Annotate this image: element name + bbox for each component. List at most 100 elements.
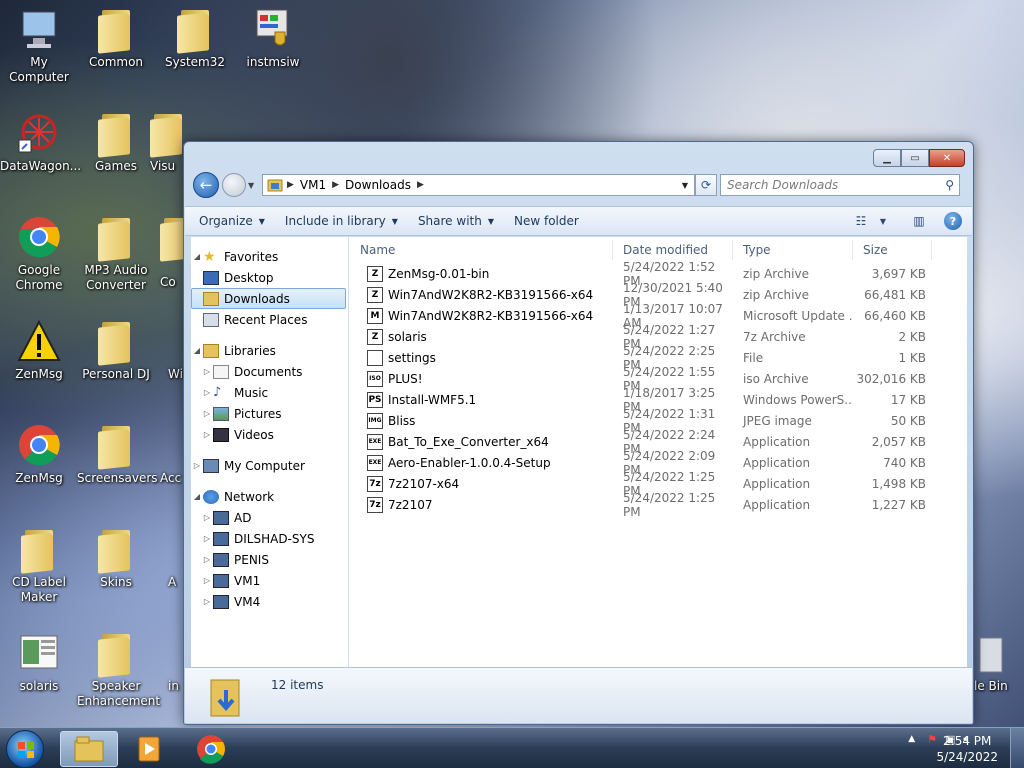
taskbar-media-player[interactable] (120, 731, 178, 767)
nav-desktop[interactable]: Desktop (191, 267, 348, 288)
desktop-icon-co[interactable]: Co (160, 214, 192, 290)
file-name-cell[interactable]: settings (349, 349, 613, 366)
expand-arrow-icon[interactable]: ▷ (201, 430, 213, 439)
expand-arrow-icon[interactable]: ▷ (201, 409, 213, 418)
close-button[interactable]: ✕ (929, 149, 965, 167)
file-name-cell[interactable]: EXE Bat_To_Exe_Converter_x64 (349, 433, 613, 450)
file-name-cell[interactable]: 7z 7z2107 (349, 496, 613, 513)
back-button[interactable]: ← (193, 172, 219, 198)
nav-music[interactable]: ▷ ♪ Music (191, 382, 348, 403)
nav-recent-places[interactable]: Recent Places (191, 309, 348, 330)
nav-my-computer[interactable]: ▷ My Computer (191, 455, 348, 476)
column-header-size[interactable]: Size (853, 239, 932, 260)
breadcrumb-vm1[interactable]: VM1 (300, 178, 326, 192)
view-dropdown-button[interactable]: ▼ (872, 211, 894, 231)
nav-documents[interactable]: ▷ Documents (191, 361, 348, 382)
expand-arrow-icon[interactable]: ◢ (191, 252, 203, 261)
maximize-button[interactable]: ▭ (901, 149, 929, 167)
help-button[interactable]: ? (942, 211, 964, 231)
taskbar-explorer[interactable] (60, 731, 118, 767)
view-options-button[interactable]: ☷ (850, 211, 872, 231)
search-box[interactable]: Search Downloads ⚲ (720, 174, 960, 196)
taskbar-chrome[interactable] (182, 731, 240, 767)
clock[interactable]: 2:54 PM 5/24/2022 (936, 733, 998, 765)
breadcrumb-separator-icon[interactable]: ▶ (287, 180, 294, 190)
column-header-name[interactable]: Name (349, 239, 613, 260)
nav-network-ad[interactable]: ▷ AD (191, 507, 348, 528)
refresh-button[interactable]: ⟳ (695, 174, 717, 196)
desktop-icon-instmsiw[interactable]: instmsiw (234, 6, 312, 70)
desktop-icon-acc[interactable]: Acc (160, 422, 184, 486)
desktop-icon-skins[interactable]: Skins (77, 526, 155, 590)
file-name-cell[interactable]: PS Install-WMF5.1 (349, 391, 613, 408)
share-with-button[interactable]: Share with ▼ (408, 214, 504, 228)
desktop-icon-visu[interactable]: Visu (150, 110, 184, 174)
expand-arrow-icon[interactable]: ▷ (191, 461, 203, 470)
desktop-icon-datawagon[interactable]: DataWagon... (0, 110, 81, 174)
new-folder-button[interactable]: New folder (504, 214, 589, 228)
expand-arrow-icon[interactable]: ◢ (191, 346, 203, 355)
tray-expand-icon[interactable]: ▲ (908, 734, 915, 744)
desktop-icon-in[interactable]: in (168, 630, 184, 694)
nav-network-vm4[interactable]: ▷ VM4 (191, 591, 348, 612)
start-button[interactable] (6, 730, 44, 768)
file-name-cell[interactable]: M Win7AndW2K8R2-KB3191566-x64 (349, 307, 613, 324)
desktop-icon-common[interactable]: Common (77, 6, 155, 70)
expand-arrow-icon[interactable]: ▷ (201, 534, 213, 543)
expand-arrow-icon[interactable]: ▷ (201, 555, 213, 564)
expand-arrow-icon[interactable]: ▷ (201, 513, 213, 522)
file-name-cell[interactable]: EXE Aero-Enabler-1.0.0.4-Setup (349, 454, 613, 471)
recent-pages-dropdown[interactable]: ▼ (248, 181, 260, 190)
desktop-icon-mp3-audio-converter[interactable]: MP3 Audio Converter (77, 214, 155, 293)
forward-button[interactable] (222, 173, 246, 197)
desktop-icon-zenmsg-chrome[interactable]: ZenMsg (0, 422, 78, 486)
desktop-icon-system32[interactable]: System32 (156, 6, 234, 70)
desktop-icon-speaker-enhancement[interactable]: Speaker Enhancement (77, 630, 160, 709)
search-icon[interactable]: ⚲ (945, 178, 954, 192)
nav-pictures[interactable]: ▷ Pictures (191, 403, 348, 424)
address-bar[interactable]: ▶ VM1 ▶ Downloads ▶ ▼ (262, 174, 695, 196)
show-desktop-button[interactable] (1010, 728, 1024, 768)
column-header-type[interactable]: Type (733, 239, 853, 260)
desktop-icon-cd-label-maker[interactable]: CD Label Maker (0, 526, 78, 605)
include-in-library-button[interactable]: Include in library ▼ (275, 214, 408, 228)
file-name-cell[interactable]: IMG Bliss (349, 412, 613, 429)
breadcrumb-separator-icon[interactable]: ▶ (417, 180, 424, 190)
desktop-icon-a[interactable]: A (168, 526, 184, 590)
desktop-icon-google-chrome[interactable]: Google Chrome (0, 214, 78, 293)
expand-arrow-icon[interactable]: ▷ (201, 576, 213, 585)
desktop-icon-games[interactable]: Games (77, 110, 155, 174)
expand-arrow-icon[interactable]: ▷ (201, 597, 213, 606)
search-input[interactable]: Search Downloads (727, 178, 838, 192)
file-row[interactable]: 7z 7z2107 5/24/2022 1:25 PM Application 1,22… (349, 491, 967, 519)
breadcrumb-separator-icon[interactable]: ▶ (332, 180, 339, 190)
file-name-cell[interactable]: Zsolaris (349, 328, 613, 345)
desktop-icon-wi[interactable]: Wi (168, 318, 184, 382)
file-name-cell[interactable]: Z ZenMsg-0.01-bin (349, 265, 613, 282)
file-name-cell[interactable]: Z Win7AndW2K8R2-KB3191566-x64 (349, 286, 613, 303)
nav-network-dilshad-sys[interactable]: ▷ DILSHAD-SYS (191, 528, 348, 549)
desktop-icon-my-computer[interactable]: My Computer (0, 6, 78, 85)
nav-favorites[interactable]: ◢ ★ Favorites (191, 246, 348, 267)
nav-network-vm1[interactable]: ▷ VM1 (191, 570, 348, 591)
nav-libraries[interactable]: ◢ Libraries (191, 340, 348, 361)
file-name-cell[interactable]: 7z 7z2107-x64 (349, 475, 613, 492)
expand-arrow-icon[interactable]: ◢ (191, 492, 203, 501)
nav-downloads[interactable]: Downloads (191, 288, 346, 309)
desktop-icon-zenmsg[interactable]: ZenMsg (0, 318, 78, 382)
address-history-dropdown[interactable]: ▼ (682, 181, 688, 190)
nav-network[interactable]: ◢ Network (191, 486, 348, 507)
expand-arrow-icon[interactable]: ▷ (201, 367, 213, 376)
desktop-icon-personal-dj[interactable]: Personal DJ (77, 318, 155, 382)
breadcrumb-downloads[interactable]: Downloads (345, 178, 411, 192)
nav-network-penis[interactable]: ▷ PENIS (191, 549, 348, 570)
desktop-icon-recycle-bin[interactable]: le Bin (974, 630, 1024, 694)
expand-arrow-icon[interactable]: ▷ (201, 388, 213, 397)
file-name-cell[interactable]: ISO PLUS! (349, 370, 613, 387)
minimize-button[interactable]: ▁ (873, 149, 901, 167)
desktop-icon-solaris[interactable]: solaris (0, 630, 78, 694)
organize-button[interactable]: Organize ▼ (199, 214, 275, 228)
desktop-icon-screensavers[interactable]: Screensavers (77, 422, 158, 486)
preview-pane-button[interactable]: ▥ (908, 211, 930, 231)
nav-videos[interactable]: ▷ Videos (191, 424, 348, 445)
